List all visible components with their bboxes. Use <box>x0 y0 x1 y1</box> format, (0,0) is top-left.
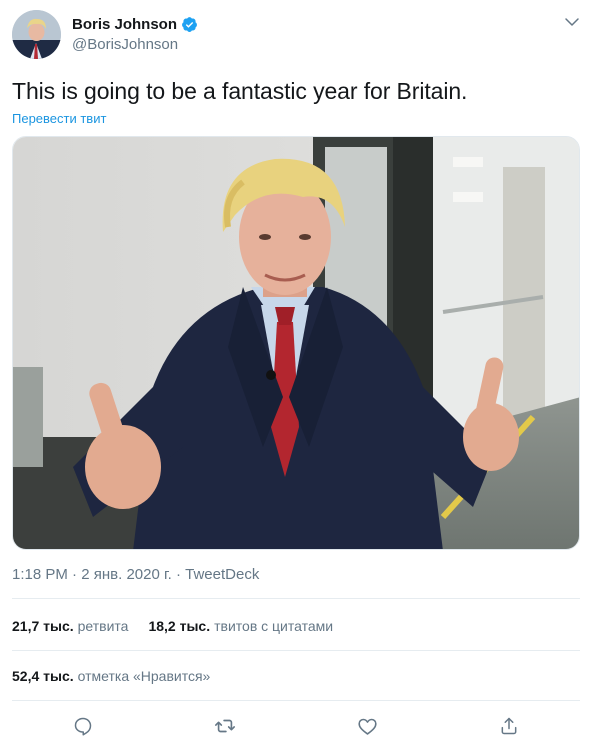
like-icon <box>357 718 377 735</box>
stats-row-retweets: 21,7 тыс. ретвита 18,2 тыс. твитов с цит… <box>12 616 353 636</box>
divider <box>12 650 580 651</box>
quotes-label: твитов с цитатами <box>214 618 334 634</box>
share-icon <box>501 717 517 735</box>
likes-label: отметка «Нравится» <box>77 668 211 684</box>
tweet-text: This is going to be a fantastic year for… <box>12 78 468 104</box>
quotes-count: 18,2 тыс. <box>148 618 211 634</box>
tweet-source[interactable]: TweetDeck <box>185 566 259 583</box>
likes-count: 52,4 тыс. <box>12 668 74 684</box>
tweet-meta: 1:18 PM · 2 янв. 2020 г. · TweetDeck <box>12 566 259 583</box>
meta-separator: · <box>72 566 78 583</box>
stats-row-likes: 52,4 тыс. отметка «Нравится» <box>12 666 230 686</box>
like-button[interactable] <box>356 715 378 737</box>
tweet-time[interactable]: 1:18 PM <box>12 566 68 583</box>
verified-badge-icon <box>182 17 197 32</box>
user-handle[interactable]: @BorisJohnson <box>72 35 198 54</box>
display-name-text[interactable]: Boris Johnson <box>72 15 177 34</box>
meta-separator: · <box>175 566 181 583</box>
likes-stat[interactable]: 52,4 тыс. отметка «Нравится» <box>12 668 210 684</box>
reply-icon <box>74 717 92 736</box>
retweets-stat[interactable]: 21,7 тыс. ретвита <box>12 618 128 634</box>
divider <box>12 598 580 599</box>
chevron-down-icon[interactable] <box>564 14 580 30</box>
photo-illustration <box>13 137 579 549</box>
tweet-photo[interactable] <box>12 136 580 550</box>
quotes-stat[interactable]: 18,2 тыс. твитов с цитатами <box>148 618 333 634</box>
tweet-date[interactable]: 2 янв. 2020 г. <box>81 566 172 583</box>
display-name[interactable]: Boris Johnson <box>72 15 198 34</box>
divider <box>12 700 580 701</box>
action-bar <box>12 712 580 740</box>
retweets-label: ретвита <box>77 618 129 634</box>
retweets-count: 21,7 тыс. <box>12 618 74 634</box>
tweet-header: Boris Johnson @BorisJohnson <box>12 10 580 60</box>
retweet-button[interactable] <box>214 715 236 737</box>
avatar[interactable] <box>12 10 61 59</box>
translate-tweet-link[interactable]: Перевести твит <box>12 111 106 126</box>
share-button[interactable] <box>498 715 520 737</box>
retweet-icon <box>215 719 235 733</box>
reply-button[interactable] <box>72 715 94 737</box>
